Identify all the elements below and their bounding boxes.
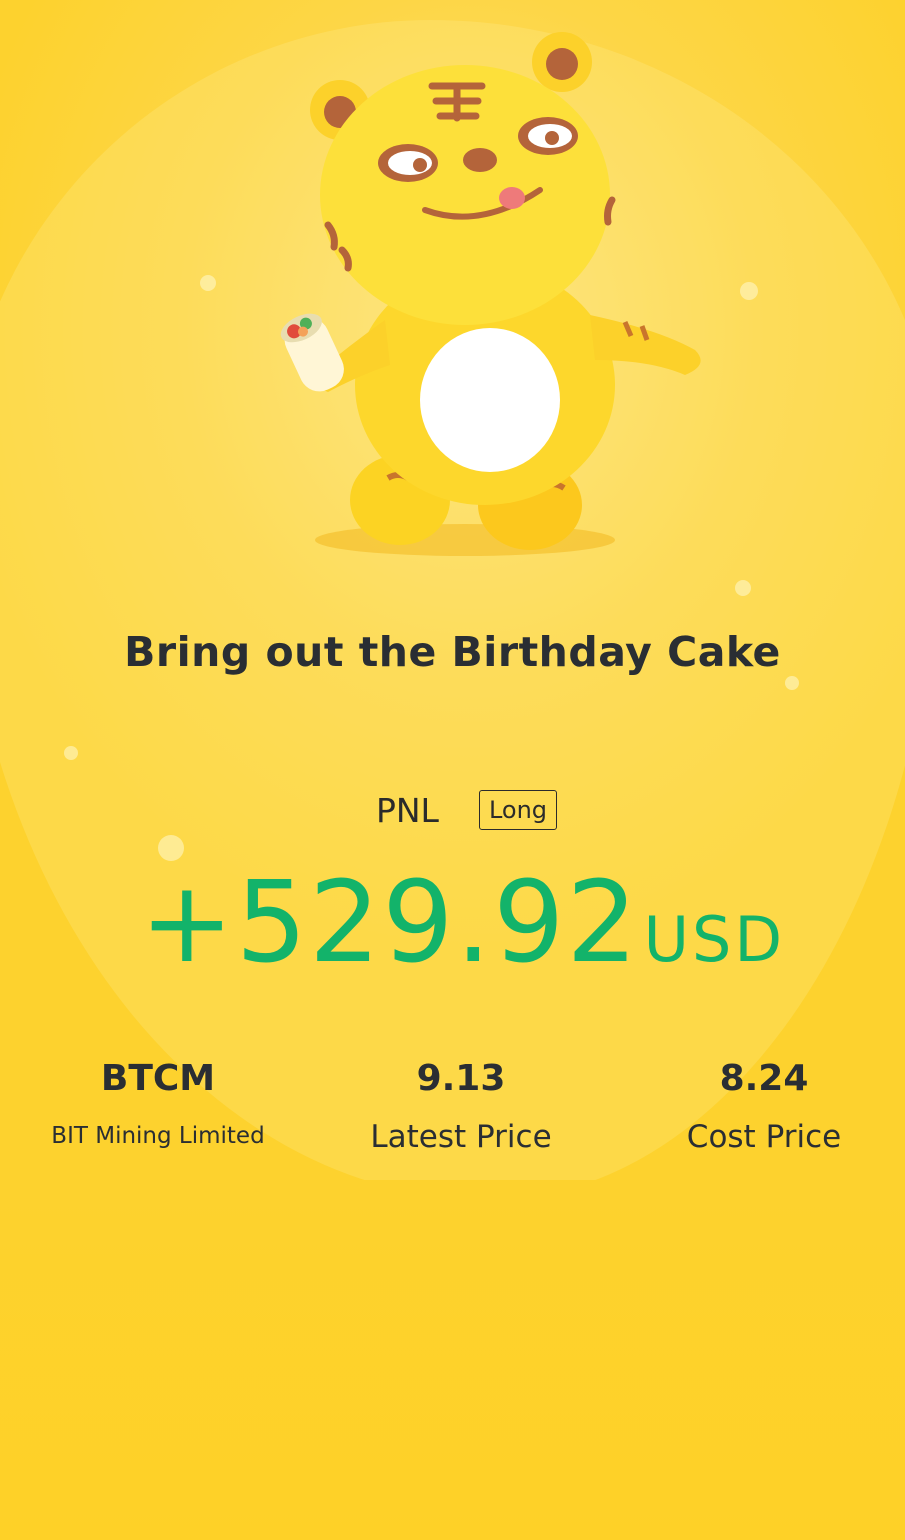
pnl-amount: +529.92 USD [0, 858, 905, 988]
pnl-currency: USD [643, 903, 786, 976]
pnl-header: PNL Long [0, 790, 905, 830]
latest-price-stat: 9.13 Latest Price [311, 1058, 611, 1155]
tiger-mascot-icon [280, 32, 701, 556]
pnl-value: +529.92 [139, 858, 640, 988]
latest-price-label: Latest Price [370, 1119, 552, 1155]
cost-price-stat: 8.24 Cost Price [614, 1058, 905, 1155]
cost-price-value: 8.24 [719, 1058, 809, 1099]
sparkle-decoration [735, 580, 751, 596]
latest-price-value: 9.13 [416, 1058, 506, 1099]
stock-ticker: BTCM [100, 1058, 216, 1099]
sparkle-decoration [64, 746, 78, 760]
sparkle-decoration [740, 282, 758, 300]
sparkle-decoration [200, 275, 216, 291]
sparkle-decoration [785, 676, 799, 690]
cost-price-label: Cost Price [686, 1119, 842, 1155]
background-bottom [0, 1180, 905, 1540]
stock-identity: BTCM BIT Mining Limited [8, 1058, 308, 1149]
stock-stats: BTCM BIT Mining Limited 9.13 Latest Pric… [0, 1058, 905, 1178]
stock-name: BIT Mining Limited [51, 1123, 265, 1149]
card-title: Bring out the Birthday Cake [124, 628, 781, 676]
pnl-label: PNL [375, 790, 439, 830]
position-badge: Long [478, 790, 558, 830]
